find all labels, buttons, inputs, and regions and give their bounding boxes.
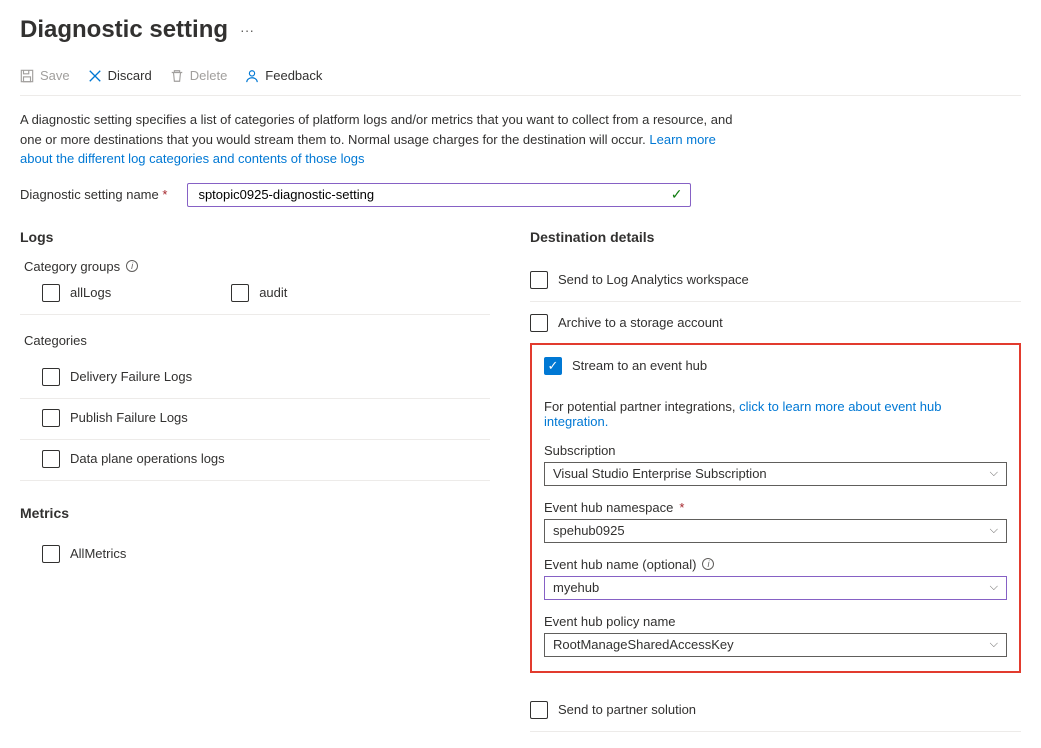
subscription-value: Visual Studio Enterprise Subscription — [553, 466, 767, 481]
label-data-plane: Data plane operations logs — [70, 451, 225, 466]
label-log-analytics: Send to Log Analytics workspace — [558, 272, 749, 287]
chevron-down-icon: ⌵ — [990, 581, 998, 594]
checkbox-publish-failure[interactable] — [42, 409, 60, 427]
checkbox-allmetrics[interactable] — [42, 545, 60, 563]
checkbox-event-hub[interactable]: ✓ — [544, 357, 562, 375]
setting-name-input-wrapper: ✓ — [187, 183, 691, 207]
trash-icon — [170, 69, 184, 83]
description-text: A diagnostic setting specifies a list of… — [20, 110, 740, 169]
subscription-label: Subscription — [544, 443, 1007, 458]
save-button[interactable]: Save — [20, 68, 70, 83]
categories-label: Categories — [24, 333, 490, 348]
more-menu-icon[interactable]: ··· — [240, 22, 254, 38]
checkbox-partner[interactable] — [530, 701, 548, 719]
person-icon — [245, 69, 259, 83]
discard-button[interactable]: Discard — [88, 68, 152, 83]
label-partner: Send to partner solution — [558, 702, 696, 717]
category-groups-label: Category groups i — [24, 259, 490, 274]
checkbox-alllogs[interactable] — [42, 284, 60, 302]
namespace-value: spehub0925 — [553, 523, 625, 538]
toolbar: Save Discard Delete Feedback — [20, 62, 1021, 96]
checkbox-log-analytics[interactable] — [530, 271, 548, 289]
label-delivery-failure: Delivery Failure Logs — [70, 369, 192, 384]
label-event-hub: Stream to an event hub — [572, 358, 707, 373]
save-icon — [20, 69, 34, 83]
label-alllogs: allLogs — [70, 285, 111, 300]
policy-select[interactable]: RootManageSharedAccessKey ⌵ — [544, 633, 1007, 657]
policy-label: Event hub policy name — [544, 614, 1007, 629]
label-audit: audit — [259, 285, 287, 300]
delete-button[interactable]: Delete — [170, 68, 228, 83]
event-hub-highlight-box: ✓ Stream to an event hub For potential p… — [530, 343, 1021, 673]
close-icon — [88, 69, 102, 83]
hubname-label: Event hub name (optional) i — [544, 557, 1007, 572]
chevron-down-icon: ⌵ — [990, 524, 998, 537]
checkbox-audit[interactable] — [231, 284, 249, 302]
hubname-value: myehub — [553, 580, 599, 595]
label-publish-failure: Publish Failure Logs — [70, 410, 188, 425]
event-hub-hint: For potential partner integrations, clic… — [544, 399, 1007, 429]
checkbox-delivery-failure[interactable] — [42, 368, 60, 386]
namespace-label: Event hub namespace * — [544, 500, 1007, 515]
destinations-heading: Destination details — [530, 229, 1021, 245]
chevron-down-icon: ⌵ — [990, 638, 998, 651]
checkbox-storage[interactable] — [530, 314, 548, 332]
subscription-select[interactable]: Visual Studio Enterprise Subscription ⌵ — [544, 462, 1007, 486]
metrics-heading: Metrics — [20, 505, 490, 521]
chevron-down-icon: ⌵ — [990, 467, 998, 480]
info-icon[interactable]: i — [126, 260, 138, 272]
info-icon[interactable]: i — [702, 558, 714, 570]
policy-value: RootManageSharedAccessKey — [553, 637, 734, 652]
checkbox-data-plane[interactable] — [42, 450, 60, 468]
label-allmetrics: AllMetrics — [70, 546, 126, 561]
logs-heading: Logs — [20, 229, 490, 245]
setting-name-label: Diagnostic setting name * — [20, 187, 167, 202]
hubname-select[interactable]: myehub ⌵ — [544, 576, 1007, 600]
feedback-button[interactable]: Feedback — [245, 68, 322, 83]
namespace-select[interactable]: spehub0925 ⌵ — [544, 519, 1007, 543]
page-title: Diagnostic setting — [20, 16, 228, 44]
setting-name-input[interactable] — [196, 186, 670, 203]
label-storage: Archive to a storage account — [558, 315, 723, 330]
valid-check-icon: ✓ — [671, 186, 683, 203]
